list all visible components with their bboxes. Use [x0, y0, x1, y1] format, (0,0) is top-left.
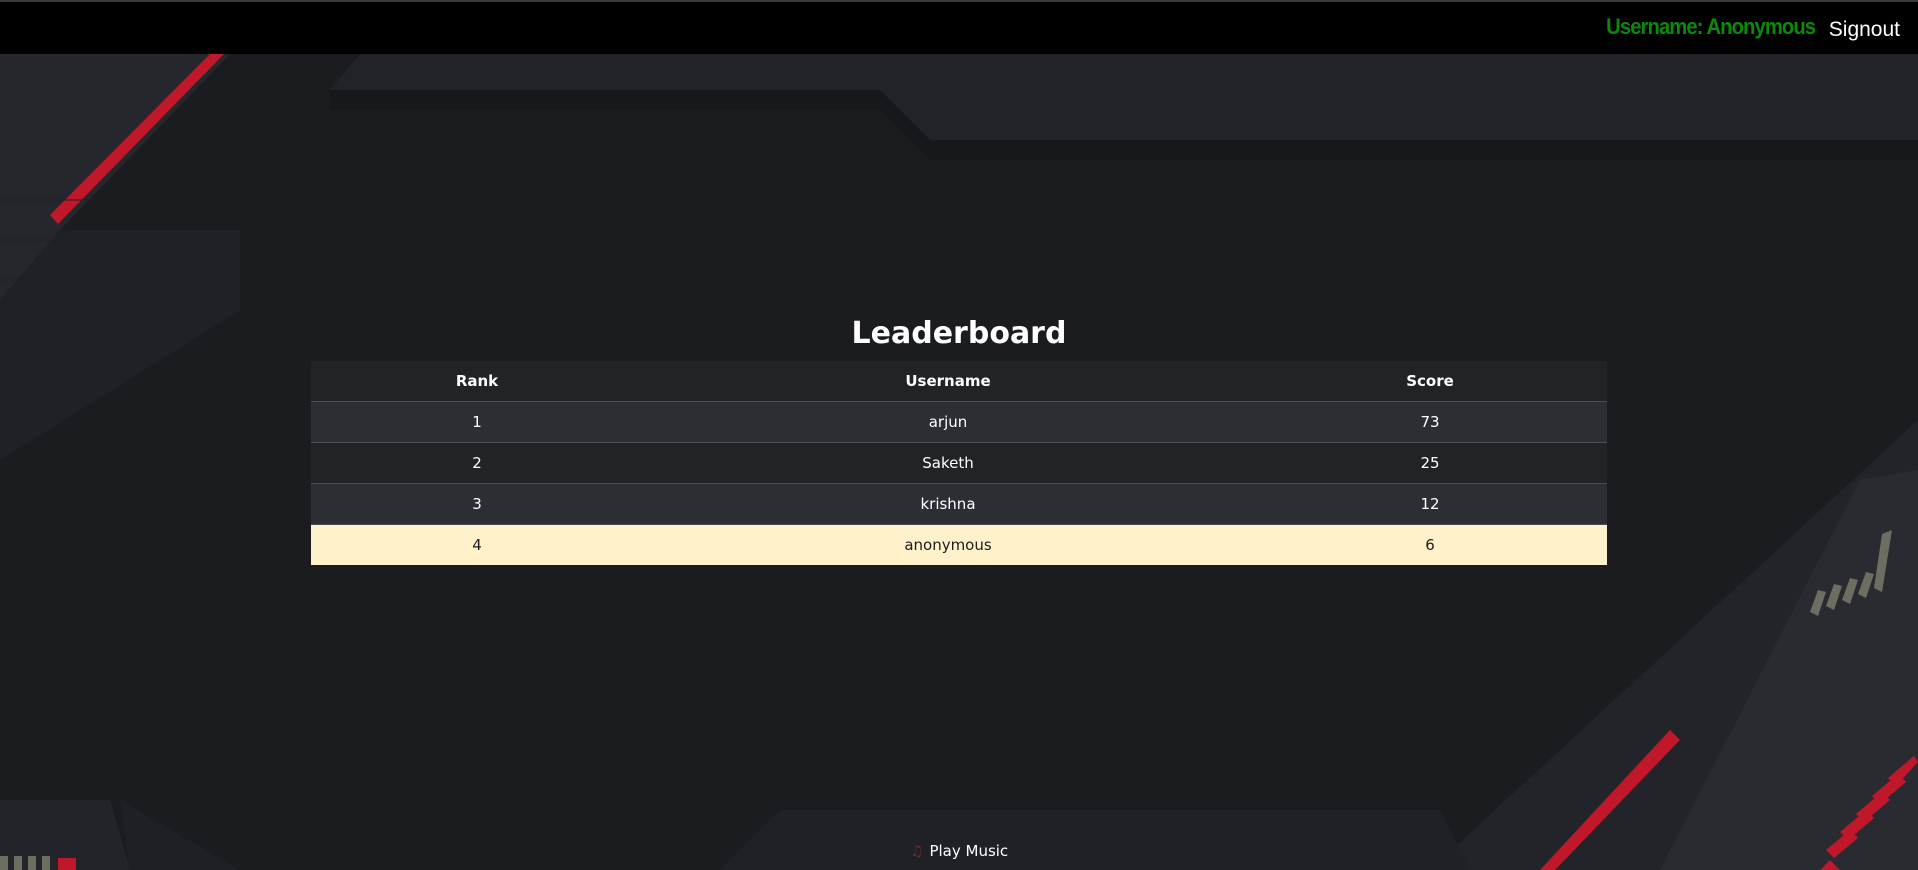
score-cell: 73: [1420, 413, 1440, 431]
table-header-row: Rank Username Score: [311, 361, 1607, 402]
table-row: 2 Saketh 25: [311, 442, 1607, 484]
username-cell: krishna: [920, 495, 976, 513]
username-cell: anonymous: [904, 536, 992, 554]
score-cell: 6: [1425, 536, 1435, 554]
leaderboard-table: Rank Username Score 1 arjun 73 2 Saketh …: [311, 361, 1607, 565]
rank-cell: 1: [472, 413, 482, 431]
column-header-score: Score: [1253, 361, 1607, 402]
username-cell: arjun: [928, 413, 968, 431]
signout-link[interactable]: Signout: [1829, 18, 1900, 42]
table-row: 1 arjun 73: [311, 401, 1607, 443]
column-header-username: Username: [643, 361, 1253, 402]
username-display: Username: Anonymous: [1606, 14, 1816, 39]
play-music-label: Play Music: [929, 842, 1009, 860]
table-row: 3 krishna 12: [311, 483, 1607, 525]
page-title: Leaderboard: [851, 316, 1067, 351]
column-header-rank: Rank: [311, 361, 643, 402]
current-user-row: 4 anonymous 6: [311, 524, 1607, 565]
music-note-icon: ♫: [910, 842, 924, 860]
score-cell: 12: [1420, 495, 1440, 513]
rank-cell: 4: [472, 536, 482, 554]
rank-cell: 2: [472, 454, 482, 472]
score-cell: 25: [1420, 454, 1440, 472]
top-navbar: Username: Anonymous Signout: [0, 0, 1918, 54]
username-cell: Saketh: [922, 454, 974, 472]
play-music-button[interactable]: ♫ Play Music: [910, 842, 1008, 860]
rank-cell: 3: [472, 495, 482, 513]
